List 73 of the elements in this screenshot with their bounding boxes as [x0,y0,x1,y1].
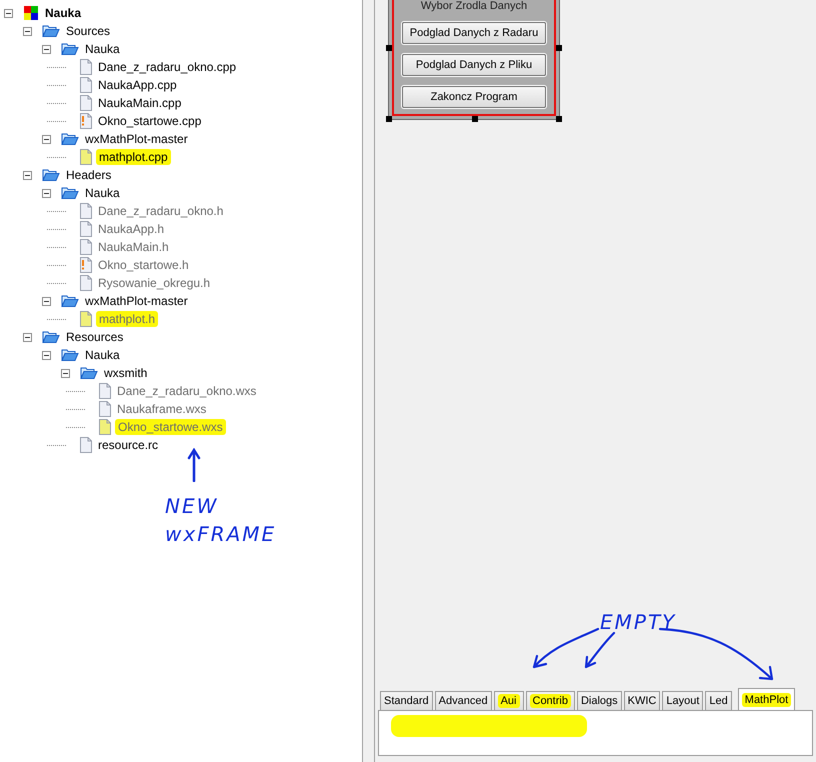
tree-item[interactable]: Okno_startowe.h [96,258,191,272]
tree-item[interactable]: mathplot.cpp [96,149,171,165]
file-icon [99,401,111,417]
file-warning-icon [80,113,92,129]
tree-item[interactable]: Dane_z_radaru_okno.wxs [115,384,258,398]
selection-handle[interactable] [386,116,392,122]
tree-item[interactable]: Nauka [83,42,122,56]
tree-item[interactable]: NaukaMain.cpp [96,96,184,110]
palette-tab[interactable]: Aui [494,691,524,710]
file-icon [80,77,92,93]
folder-icon [80,366,98,380]
palette-tab[interactable]: Dialogs [576,691,622,710]
tree-item[interactable]: Okno_startowe.wxs [115,419,226,435]
folder-icon [61,42,79,56]
palette-tab[interactable]: Contrib [526,691,575,710]
folder-icon [42,330,60,344]
selection-handle[interactable] [556,45,562,51]
palette-tab[interactable]: KWIC [624,691,660,710]
file-icon [80,95,92,111]
tree-item[interactable]: Nauka [83,186,122,200]
palette-tab[interactable]: Led [705,691,732,710]
tree-item[interactable]: Nauka [43,6,84,20]
tree-item[interactable]: Dane_z_radaru_okno.cpp [96,60,238,74]
tree-item[interactable]: NaukaApp.cpp [96,78,179,92]
arrow-drawing [187,448,201,482]
tree-item[interactable]: resource.rc [96,438,160,452]
file-icon [80,149,92,165]
dialog-frame[interactable]: Wybor Zrodla Danych Podglad Danych z Radaru Podglad Danych z Pliku Zakoncz Program [388,0,560,120]
folder-icon [61,132,79,146]
tree-item[interactable]: Nauka [83,348,122,362]
tree-item[interactable]: Dane_z_radaru_okno.h [96,204,226,218]
tree-item[interactable]: Rysowanie_okregu.h [96,276,212,290]
tree-item[interactable]: wxsmith [102,366,150,380]
file-icon [80,311,92,327]
tree-item[interactable]: Naukaframe.wxs [115,402,208,416]
folder-icon [61,186,79,200]
file-icon [80,437,92,453]
palette-tab[interactable]: Standard [380,691,433,710]
handwritten-note: EMPTY [600,609,676,636]
tree-item[interactable]: Headers [64,168,114,182]
folder-icon [61,348,79,362]
file-icon [80,203,92,219]
handwritten-note: NEW [165,493,218,520]
tree-item[interactable]: wxMathPlot-master [83,294,190,308]
file-icon [80,221,92,237]
tree-item[interactable]: Okno_startowe.cpp [96,114,204,128]
tree-item[interactable]: wxMathPlot-master [83,132,190,146]
file-icon [99,419,111,435]
file-icon [80,275,92,291]
selection-handle[interactable] [556,116,562,122]
folder-icon [61,294,79,308]
selection-handle[interactable] [472,116,478,122]
dialog-button[interactable]: Zakoncz Program [402,86,546,108]
palette-tab[interactable]: Advanced [434,691,492,710]
tree-item[interactable]: NaukaMain.h [96,240,171,254]
palette-tab[interactable]: Layout [662,691,704,710]
project-icon [23,5,39,21]
folder-icon [42,24,60,38]
dialog-button[interactable]: Podglad Danych z Pliku [402,54,546,76]
group-label: Wybor Zrodla Danych [420,0,528,12]
tree-item[interactable]: NaukaApp.h [96,222,166,236]
handwritten-note: wxFRAME [165,521,276,548]
tree-item[interactable]: mathplot.h [96,311,158,327]
tree-item[interactable]: Sources [64,24,112,38]
file-icon [80,239,92,255]
file-icon [80,59,92,75]
dialog-button[interactable]: Podglad Danych z Radaru [402,22,546,44]
file-icon [99,383,111,399]
folder-icon [42,168,60,182]
palette-tab[interactable]: MathPlot [738,688,796,710]
tree-item[interactable]: Resources [64,330,126,344]
file-warning-icon [80,257,92,273]
selection-handle[interactable] [386,45,392,51]
